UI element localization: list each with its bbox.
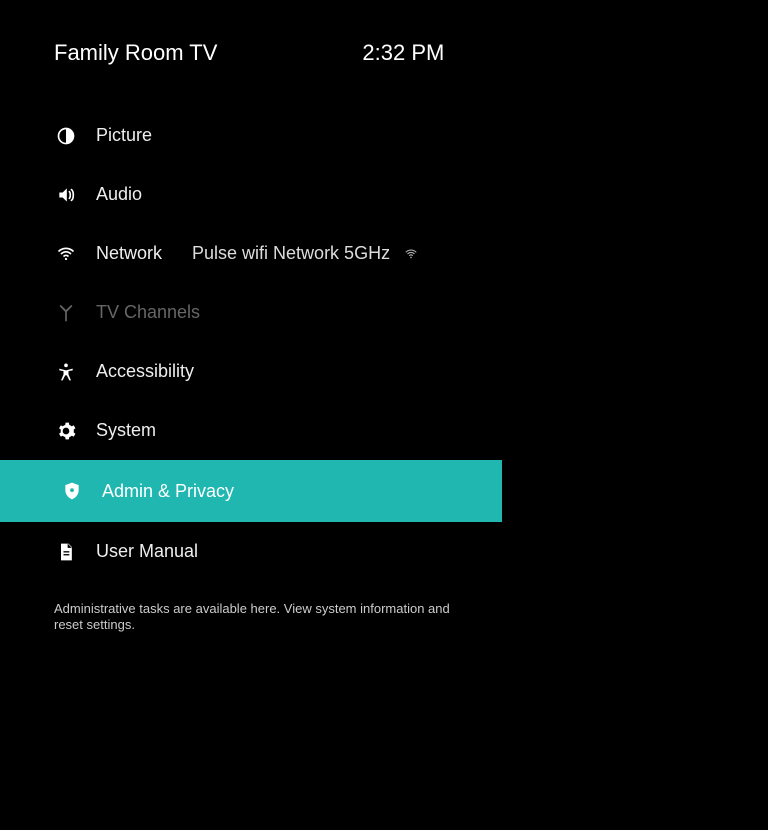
menu-item-admin-privacy[interactable]: Admin & Privacy bbox=[0, 460, 502, 522]
audio-icon bbox=[54, 183, 78, 207]
menu-label: Admin & Privacy bbox=[102, 481, 234, 502]
document-icon bbox=[54, 540, 78, 564]
header: Family Room TV 2:32 PM bbox=[0, 40, 768, 66]
menu-item-audio[interactable]: Audio bbox=[0, 165, 502, 224]
accessibility-icon bbox=[54, 360, 78, 384]
menu-item-network[interactable]: Network Pulse wifi Network 5GHz bbox=[0, 224, 502, 283]
menu-item-system[interactable]: System bbox=[0, 401, 502, 460]
menu-label: Audio bbox=[96, 184, 142, 205]
device-name: Family Room TV bbox=[54, 40, 217, 66]
menu-description: Administrative tasks are available here.… bbox=[0, 601, 470, 634]
menu-item-accessibility[interactable]: Accessibility bbox=[0, 342, 502, 401]
wifi-icon bbox=[54, 242, 78, 266]
menu-item-user-manual[interactable]: User Manual bbox=[0, 522, 502, 581]
gear-icon bbox=[54, 419, 78, 443]
clock-time: 2:32 PM bbox=[362, 40, 444, 66]
shield-icon bbox=[60, 479, 84, 503]
menu-label: Accessibility bbox=[96, 361, 194, 382]
antenna-icon bbox=[54, 301, 78, 325]
menu-item-tv-channels: TV Channels bbox=[0, 283, 502, 342]
menu-item-picture[interactable]: Picture bbox=[0, 106, 502, 165]
menu-label: TV Channels bbox=[96, 302, 200, 323]
network-value: Pulse wifi Network 5GHz bbox=[192, 243, 390, 264]
menu-label: Picture bbox=[96, 125, 152, 146]
menu-label: Network bbox=[96, 243, 162, 264]
picture-icon bbox=[54, 124, 78, 148]
menu-label: System bbox=[96, 420, 156, 441]
settings-menu: Picture Audio Network bbox=[0, 106, 502, 581]
wifi-signal-icon bbox=[402, 245, 420, 263]
menu-label: User Manual bbox=[96, 541, 198, 562]
